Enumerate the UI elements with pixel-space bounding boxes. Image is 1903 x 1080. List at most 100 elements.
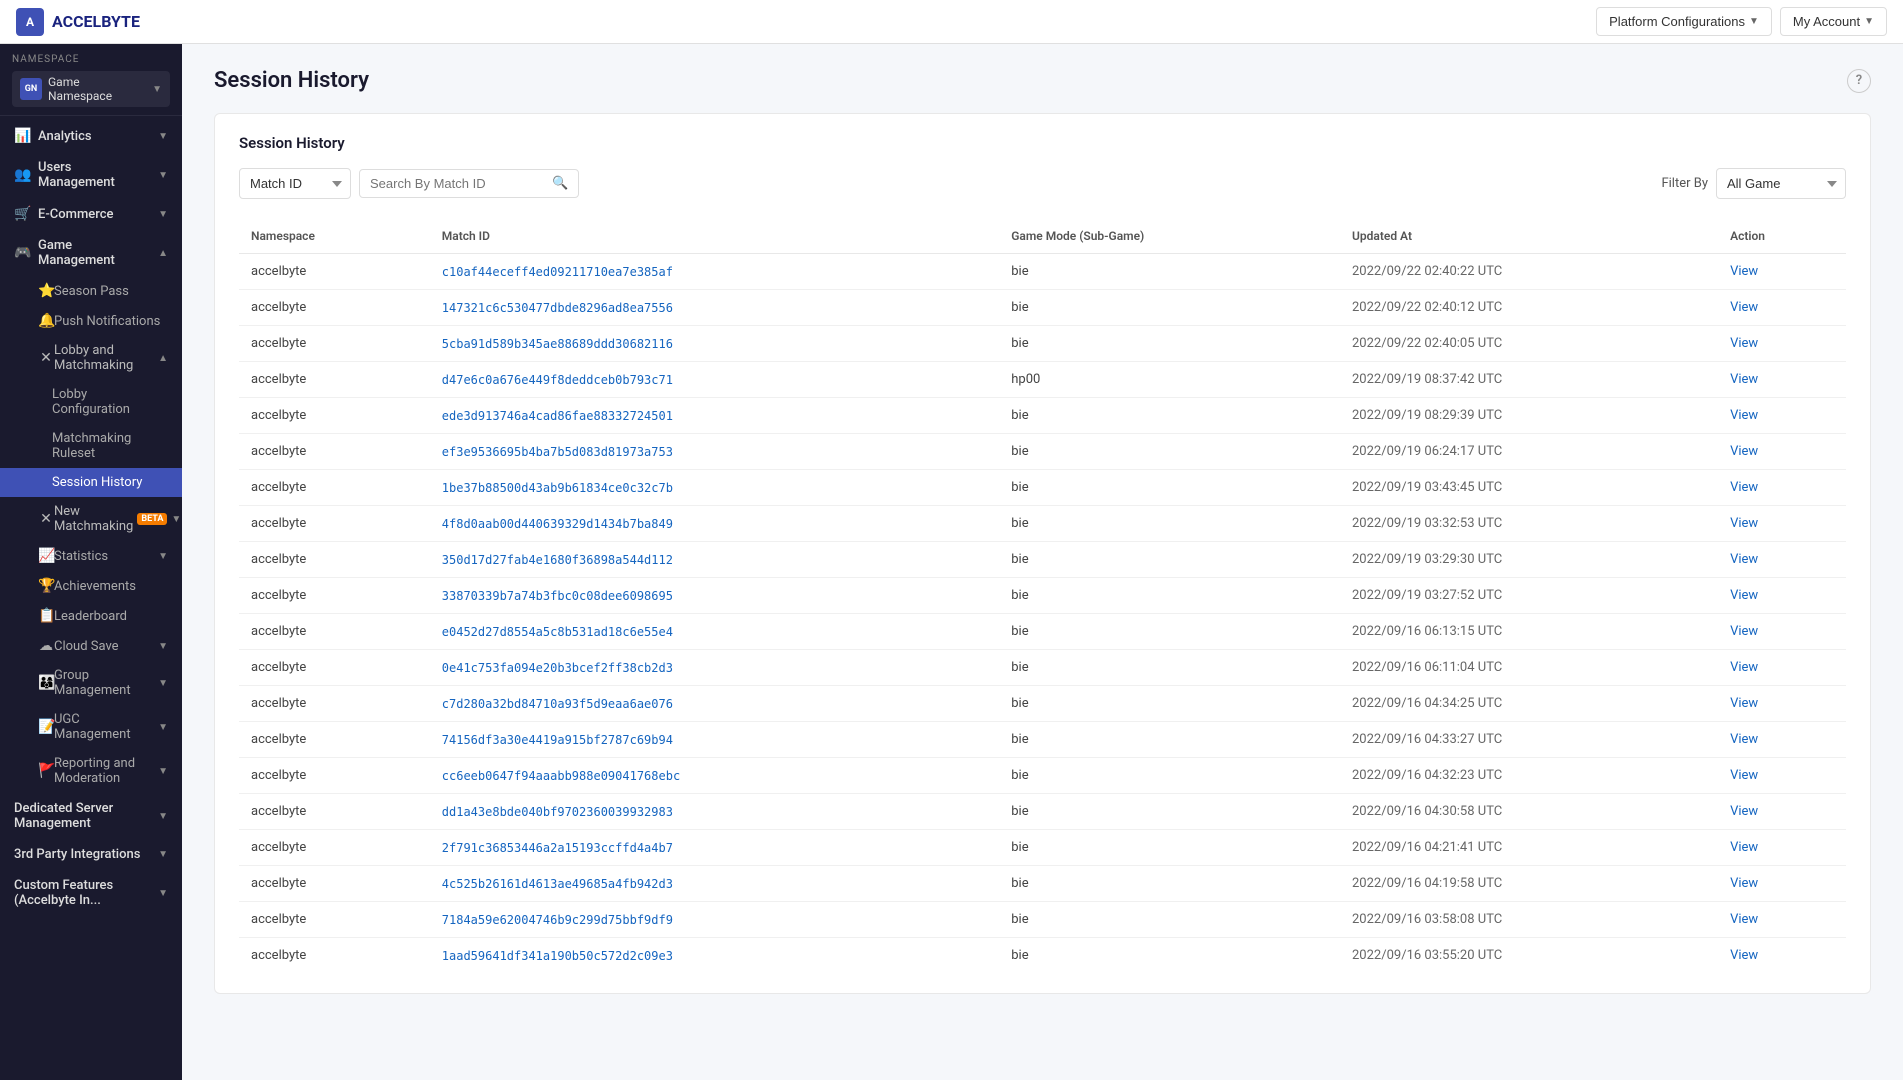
cell-match-id: 0e41c753fa094e20b3bcef2ff38cb2d3: [430, 650, 999, 686]
cell-updated-at: 2022/09/19 03:43:45 UTC: [1340, 470, 1718, 506]
cell-game-mode: bie: [999, 758, 1340, 794]
cell-action: View: [1718, 326, 1846, 362]
cell-updated-at: 2022/09/16 04:34:25 UTC: [1340, 686, 1718, 722]
cell-game-mode: bie: [999, 290, 1340, 326]
sidebar-item-new-matchmaking[interactable]: ✕ New Matchmaking BETA ▼: [0, 497, 182, 541]
beta-badge: BETA: [137, 513, 167, 525]
view-link[interactable]: View: [1730, 948, 1758, 963]
cell-game-mode: bie: [999, 398, 1340, 434]
trophy-icon: 🏆: [38, 578, 54, 594]
sidebar-item-lobby-matchmaking[interactable]: ✕ Lobby and Matchmaking ▲: [0, 336, 182, 380]
namespace-label: NAMESPACE: [12, 54, 170, 65]
cell-match-id: ede3d913746a4cad86fae88332724501: [430, 398, 999, 434]
cell-action: View: [1718, 542, 1846, 578]
sidebar-item-group-management[interactable]: 👨‍👩‍👦 Group Management ▼: [0, 661, 182, 705]
sidebar-item-leaderboard[interactable]: 📋 Leaderboard: [0, 601, 182, 631]
view-link[interactable]: View: [1730, 732, 1758, 747]
platform-config-button[interactable]: Platform Configurations ▼: [1596, 7, 1772, 36]
chevron-icon: ▼: [158, 551, 168, 562]
cell-namespace: accelbyte: [239, 830, 430, 866]
cell-namespace: accelbyte: [239, 254, 430, 290]
cell-game-mode: hp00: [999, 362, 1340, 398]
view-link[interactable]: View: [1730, 408, 1758, 423]
sidebar-item-custom-features[interactable]: Custom Features (Accelbyte In... ▼: [0, 870, 182, 916]
sidebar-item-ecommerce[interactable]: 🛒 E-Commerce ▼: [0, 198, 182, 230]
view-link[interactable]: View: [1730, 372, 1758, 387]
cell-match-id: 33870339b7a74b3fbc0c08dee6098695: [430, 578, 999, 614]
session-history-card: Session History Match ID Game Mode 🔍 Fil…: [214, 113, 1871, 994]
cell-updated-at: 2022/09/16 03:55:20 UTC: [1340, 938, 1718, 974]
lobby-icon: ✕: [38, 350, 54, 366]
sidebar-item-reporting-moderation[interactable]: 🚩 Reporting and Moderation ▼: [0, 749, 182, 793]
cell-match-id: 350d17d27fab4e1680f36898a544d112: [430, 542, 999, 578]
chevron-icon: ▼: [158, 722, 168, 733]
sidebar-item-analytics[interactable]: 📊 Analytics ▼: [0, 120, 182, 152]
sidebar-item-push-notifications[interactable]: 🔔 Push Notifications: [0, 306, 182, 336]
sidebar-item-season-pass[interactable]: ⭐ Season Pass: [0, 276, 182, 306]
sidebar-item-statistics[interactable]: 📈 Statistics ▼: [0, 541, 182, 571]
view-link[interactable]: View: [1730, 696, 1758, 711]
layout: NAMESPACE GN Game Namespace ▼ 📊 Analytic…: [0, 44, 1903, 1080]
cell-action: View: [1718, 578, 1846, 614]
view-link[interactable]: View: [1730, 516, 1758, 531]
namespace-selector[interactable]: GN Game Namespace ▼: [12, 71, 170, 107]
chevron-icon: ▼: [158, 131, 168, 142]
cell-game-mode: bie: [999, 470, 1340, 506]
view-link[interactable]: View: [1730, 480, 1758, 495]
cell-match-id: 2f791c36853446a2a15193ccffd4a4b7: [430, 830, 999, 866]
sidebar-item-matchmaking-ruleset[interactable]: Matchmaking Ruleset: [0, 424, 182, 468]
table-row: accelbyte ede3d913746a4cad86fae883327245…: [239, 398, 1846, 434]
view-link[interactable]: View: [1730, 876, 1758, 891]
sidebar-item-achievements[interactable]: 🏆 Achievements: [0, 571, 182, 601]
view-link[interactable]: View: [1730, 840, 1758, 855]
cell-match-id: 5cba91d589b345ae88689ddd30682116: [430, 326, 999, 362]
view-link[interactable]: View: [1730, 552, 1758, 567]
sidebar-item-cloud-save[interactable]: ☁ Cloud Save ▼: [0, 631, 182, 661]
view-link[interactable]: View: [1730, 768, 1758, 783]
view-link[interactable]: View: [1730, 444, 1758, 459]
search-type-select[interactable]: Match ID Game Mode: [239, 168, 351, 199]
cell-match-id: d47e6c0a676e449f8deddceb0b793c71: [430, 362, 999, 398]
cell-action: View: [1718, 722, 1846, 758]
cell-action: View: [1718, 362, 1846, 398]
account-button[interactable]: My Account ▼: [1780, 7, 1887, 36]
cell-game-mode: bie: [999, 794, 1340, 830]
sidebar-item-ugc-management[interactable]: 📝 UGC Management ▼: [0, 705, 182, 749]
sidebar-item-dedicated-server[interactable]: Dedicated Server Management ▼: [0, 793, 182, 839]
table-row: accelbyte 7184a59e62004746b9c299d75bbf9d…: [239, 902, 1846, 938]
view-link[interactable]: View: [1730, 660, 1758, 675]
chevron-icon: ▼: [158, 641, 168, 652]
table-row: accelbyte 5cba91d589b345ae88689ddd306821…: [239, 326, 1846, 362]
view-link[interactable]: View: [1730, 624, 1758, 639]
session-history-table: Namespace Match ID Game Mode (Sub-Game) …: [239, 219, 1846, 973]
namespace-section: NAMESPACE GN Game Namespace ▼: [0, 44, 182, 116]
logo[interactable]: A ACCELBYTE: [16, 8, 140, 36]
view-link[interactable]: View: [1730, 336, 1758, 351]
bell-icon: 🔔: [38, 313, 54, 329]
view-link[interactable]: View: [1730, 804, 1758, 819]
view-link[interactable]: View: [1730, 912, 1758, 927]
cell-game-mode: bie: [999, 722, 1340, 758]
table-row: accelbyte 4c525b26161d4613ae49685a4fb942…: [239, 866, 1846, 902]
cell-match-id: c10af44eceff4ed09211710ea7e385af: [430, 254, 999, 290]
sidebar-item-session-history[interactable]: Session History: [0, 468, 182, 497]
matchmaking-icon: ✕: [38, 511, 54, 527]
sidebar-item-lobby-configuration[interactable]: Lobby Configuration: [0, 380, 182, 424]
chevron-down-icon: ▼: [1749, 16, 1759, 27]
search-input[interactable]: [370, 176, 546, 191]
reporting-icon: 🚩: [38, 763, 54, 779]
help-icon[interactable]: ?: [1847, 69, 1871, 93]
sidebar-item-users-management[interactable]: 👥 Users Management ▼: [0, 152, 182, 198]
view-link[interactable]: View: [1730, 588, 1758, 603]
cell-match-id: 74156df3a30e4419a915bf2787c69b94: [430, 722, 999, 758]
table-row: accelbyte 4f8d0aab00d440639329d1434b7ba8…: [239, 506, 1846, 542]
view-link[interactable]: View: [1730, 300, 1758, 315]
sidebar-item-3rd-party[interactable]: 3rd Party Integrations ▼: [0, 839, 182, 870]
sidebar-item-game-management[interactable]: 🎮 Game Management ▲: [0, 230, 182, 276]
cell-action: View: [1718, 866, 1846, 902]
cell-action: View: [1718, 902, 1846, 938]
view-link[interactable]: View: [1730, 264, 1758, 279]
filter-game-select[interactable]: All Game Game A Game B: [1716, 168, 1846, 199]
search-wrapper: 🔍: [359, 169, 579, 198]
logo-icon: A: [16, 8, 44, 36]
